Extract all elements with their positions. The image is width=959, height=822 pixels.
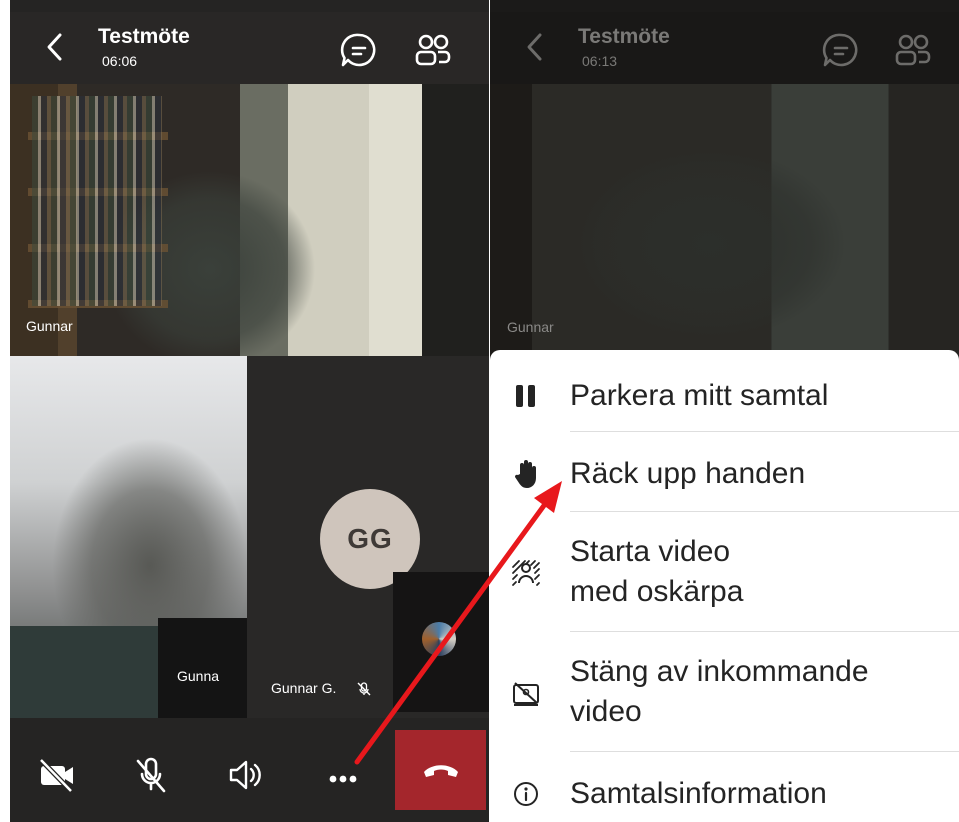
participant-name-gg: Gunnar G. bbox=[271, 680, 337, 696]
camera-toggle-button[interactable] bbox=[34, 752, 80, 798]
call-duration: 06:13 bbox=[582, 53, 618, 69]
menu-item-blur-video[interactable]: Starta video med oskärpa bbox=[490, 530, 959, 620]
call-duration: 06:06 bbox=[102, 53, 138, 69]
menu-item-label: Samtalsinformation bbox=[570, 777, 827, 810]
mic-off-icon bbox=[136, 757, 166, 793]
chat-icon[interactable] bbox=[820, 30, 862, 72]
left-screen: Gunnar Gunna GG Gunnar G. Testmöte 06:06 bbox=[10, 0, 489, 822]
mini-avatar bbox=[422, 622, 456, 656]
back-icon[interactable] bbox=[520, 30, 550, 64]
more-options-sheet: Parkera mitt samtal Räck upp handen Star… bbox=[490, 350, 959, 822]
participant-name-right: Gunnar bbox=[507, 319, 554, 335]
more-options-button[interactable] bbox=[320, 752, 366, 798]
call-controls bbox=[10, 718, 489, 822]
hangup-button[interactable] bbox=[395, 730, 486, 810]
raise-hand-icon bbox=[508, 456, 544, 492]
participant-video-dimmed: Gunnar bbox=[490, 84, 959, 356]
menu-divider bbox=[570, 431, 959, 432]
mic-muted-small-icon bbox=[357, 682, 371, 696]
menu-item-call-info[interactable]: Samtalsinformation bbox=[490, 770, 959, 820]
incoming-video-off-icon bbox=[508, 676, 544, 712]
participant-video-self[interactable]: Gunna bbox=[10, 356, 247, 718]
hold-icon bbox=[508, 378, 544, 414]
hangup-icon bbox=[423, 765, 458, 777]
blur-background-icon bbox=[508, 556, 544, 592]
menu-item-label-line1: Stäng av inkommande bbox=[570, 655, 869, 688]
menu-item-raise-hand[interactable]: Räck upp handen bbox=[490, 450, 959, 500]
meeting-title: Testmöte bbox=[578, 25, 670, 48]
mic-toggle-button[interactable] bbox=[128, 752, 174, 798]
menu-divider bbox=[570, 631, 959, 632]
info-icon bbox=[508, 776, 544, 812]
menu-item-label-line2: med oskärpa bbox=[570, 575, 744, 608]
back-icon[interactable] bbox=[40, 30, 70, 64]
participant-video-top[interactable]: Gunnar bbox=[10, 84, 489, 356]
call-header: Testmöte 06:06 bbox=[10, 12, 489, 84]
more-icon bbox=[329, 775, 357, 783]
menu-item-incoming-video-off[interactable]: Stäng av inkommande video bbox=[490, 650, 959, 740]
video-shadow bbox=[10, 626, 158, 718]
menu-item-label-line2: video bbox=[570, 695, 642, 728]
menu-divider bbox=[570, 511, 959, 512]
right-screen: Gunnar Testmöte 06:13 Parkera mitt samta… bbox=[490, 0, 959, 822]
menu-item-hold[interactable]: Parkera mitt samtal bbox=[490, 372, 959, 422]
books-background bbox=[32, 96, 162, 306]
call-header-dimmed: Testmöte 06:13 bbox=[490, 12, 959, 84]
video-off-icon bbox=[39, 758, 73, 793]
menu-item-label: Räck upp handen bbox=[570, 457, 806, 490]
participants-icon[interactable] bbox=[892, 30, 934, 72]
meeting-title: Testmöte bbox=[98, 25, 190, 48]
speaker-button[interactable] bbox=[222, 752, 268, 798]
participant-name-pip: Gunna bbox=[177, 668, 220, 684]
participant-name-top: Gunnar bbox=[26, 318, 73, 334]
participants-icon[interactable] bbox=[412, 30, 454, 72]
menu-divider bbox=[570, 751, 959, 752]
menu-item-label-line1: Starta video bbox=[570, 535, 731, 568]
speaker-icon bbox=[229, 760, 261, 790]
chat-icon[interactable] bbox=[338, 30, 380, 72]
menu-item-label: Parkera mitt samtal bbox=[570, 379, 829, 412]
